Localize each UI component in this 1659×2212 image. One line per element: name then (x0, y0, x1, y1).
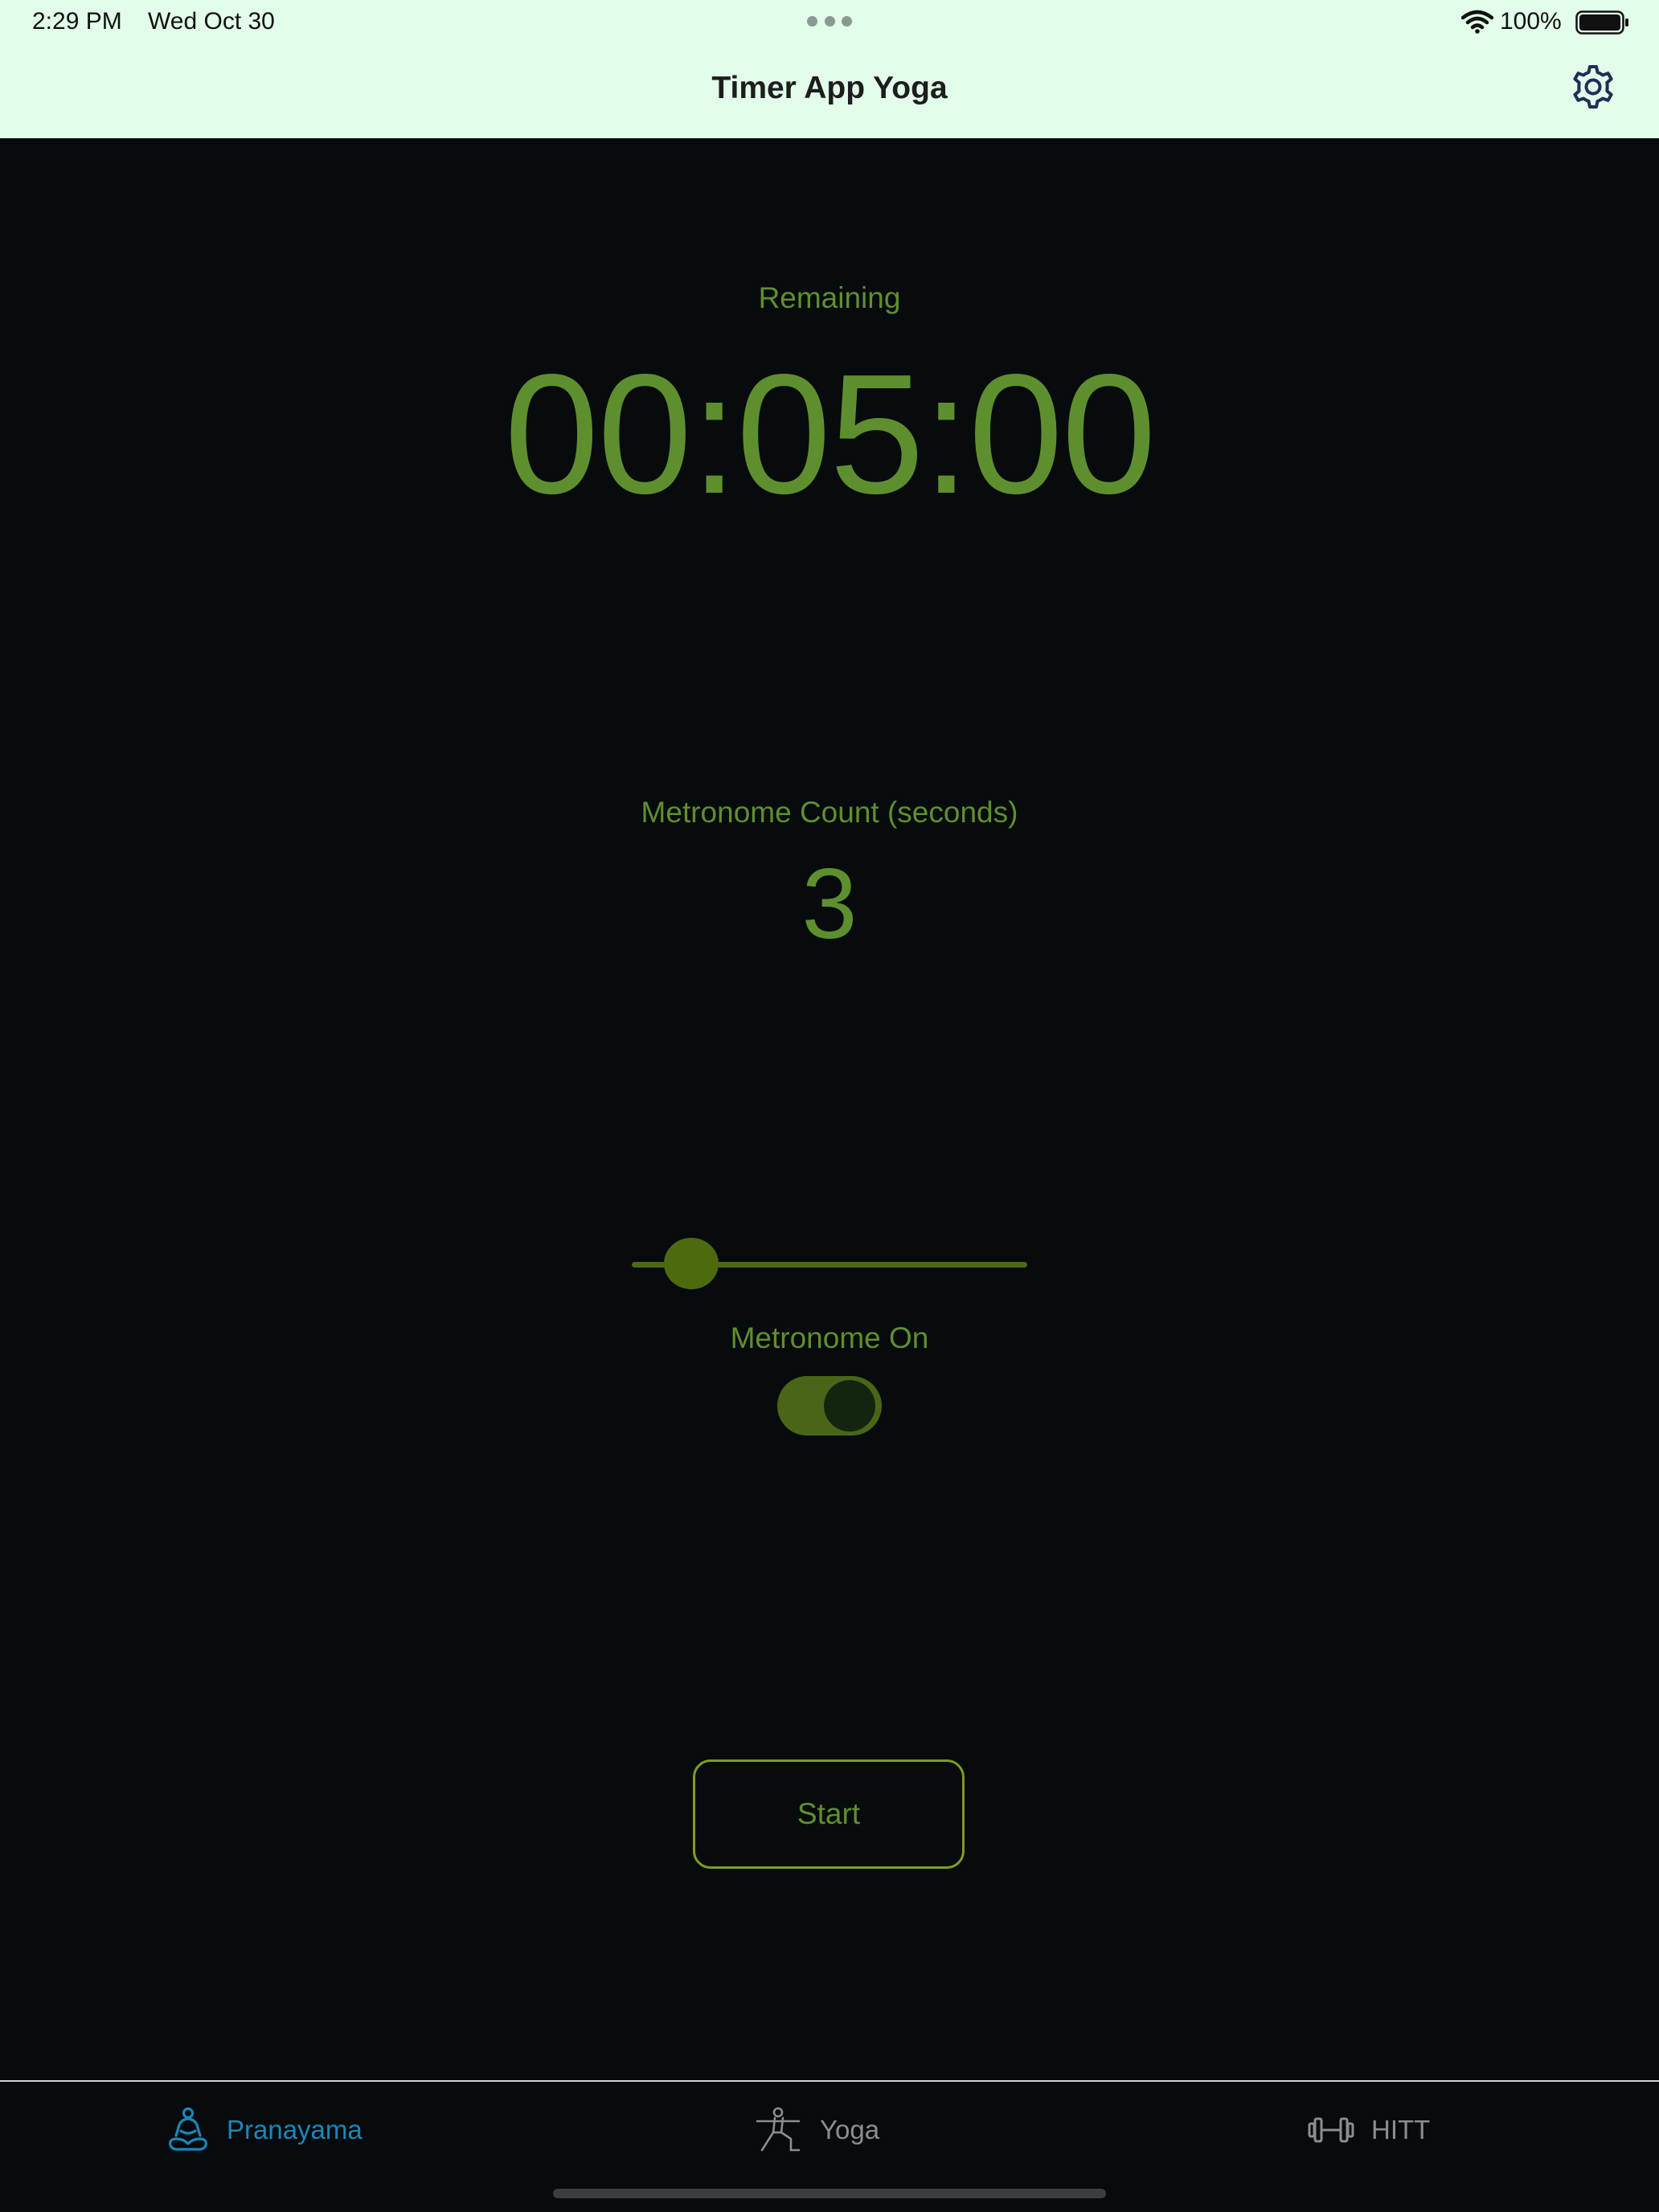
wifi-icon (1461, 10, 1493, 34)
tab-yoga[interactable]: Yoga (754, 2104, 879, 2156)
battery-percent: 100% (1500, 8, 1562, 35)
remaining-label: Remaining (758, 281, 901, 314)
slider-thumb[interactable] (663, 1238, 719, 1289)
meditation-icon (169, 2107, 207, 2151)
metronome-toggle[interactable] (777, 1376, 882, 1436)
multitasking-dots[interactable] (807, 16, 852, 27)
timer-display: 00:05:00 (504, 338, 1156, 529)
status-date: Wed Oct 30 (148, 8, 275, 35)
app-screen: 2:29 PM Wed Oct 30 100% Timer App Yoga R… (0, 0, 1659, 2212)
tab-label: Yoga (820, 2115, 880, 2144)
tab-label: Pranayama (227, 2115, 363, 2144)
dumbbell-icon (1308, 2117, 1354, 2143)
home-indicator[interactable] (553, 2189, 1106, 2198)
tab-pranayama[interactable]: Pranayama (166, 2104, 363, 2156)
tab-hitt[interactable]: HITT (1307, 2104, 1430, 2156)
toggle-knob (824, 1380, 875, 1432)
metronome-count-value: 3 (801, 849, 858, 960)
tab-label: HITT (1371, 2115, 1431, 2144)
header: 2:29 PM Wed Oct 30 100% Timer App Yoga (0, 0, 1659, 138)
page-title: Timer App Yoga (711, 71, 948, 105)
metronome-count-label: Metronome Count (seconds) (641, 796, 1018, 829)
status-time: 2:29 PM (32, 8, 122, 35)
battery-full-icon (1575, 10, 1628, 35)
yoga-pose-icon (756, 2107, 801, 2152)
start-button[interactable]: Start (693, 1759, 965, 1869)
metronome-on-label: Metronome On (730, 1321, 929, 1354)
gear-icon[interactable] (1569, 63, 1617, 111)
metronome-count-slider[interactable] (632, 1238, 1027, 1291)
